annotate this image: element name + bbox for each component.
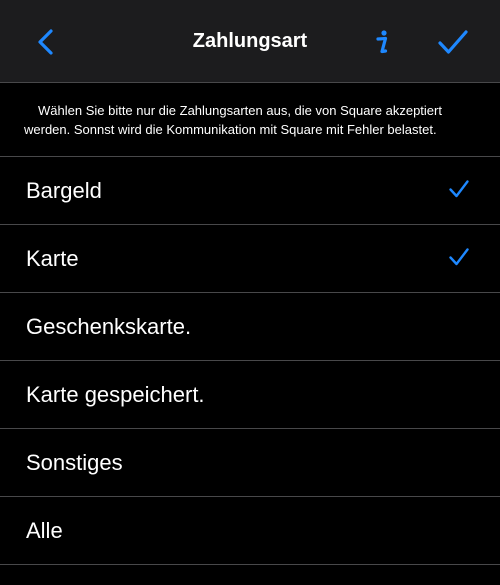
payment-option-row[interactable]: Sonstiges xyxy=(0,429,500,496)
payment-option-label: Sonstiges xyxy=(26,450,123,475)
info-note-line-2: werden. Sonnst wird die Kommunikation mi… xyxy=(24,122,437,137)
payment-option-label: Bargeld xyxy=(26,178,102,203)
payment-option-row[interactable]: Karte xyxy=(0,225,500,292)
navigation-bar: Zahlungsart xyxy=(0,0,500,82)
payment-option-row[interactable]: Bargeld xyxy=(0,157,500,224)
checkmark-icon xyxy=(438,30,468,54)
payment-option-row[interactable]: Alle xyxy=(0,497,500,564)
back-button[interactable] xyxy=(30,24,62,60)
info-note: Wählen Sie bitte nur die Zahlungsarten a… xyxy=(24,101,483,139)
info-button[interactable] xyxy=(370,26,394,58)
payment-option-row[interactable]: Karte gespeichert. xyxy=(0,361,500,428)
payment-option-label: Alle xyxy=(26,518,63,543)
info-note-line-1: Wählen Sie bitte nur die Zahlungsarten a… xyxy=(38,103,442,118)
info-icon xyxy=(376,30,388,54)
divider xyxy=(0,82,500,83)
payment-option-row[interactable]: Geschenkskarte. xyxy=(0,293,500,360)
done-button[interactable] xyxy=(436,28,470,58)
divider xyxy=(0,564,500,565)
checkmark-icon xyxy=(449,180,469,198)
payment-option-label: Karte gespeichert. xyxy=(26,382,205,407)
chevron-left-icon xyxy=(38,29,53,55)
checkmark-icon xyxy=(449,248,469,266)
payment-option-label: Geschenkskarte. xyxy=(26,314,192,339)
payment-option-label: Karte xyxy=(26,246,79,271)
page-title: Zahlungsart xyxy=(192,30,308,52)
